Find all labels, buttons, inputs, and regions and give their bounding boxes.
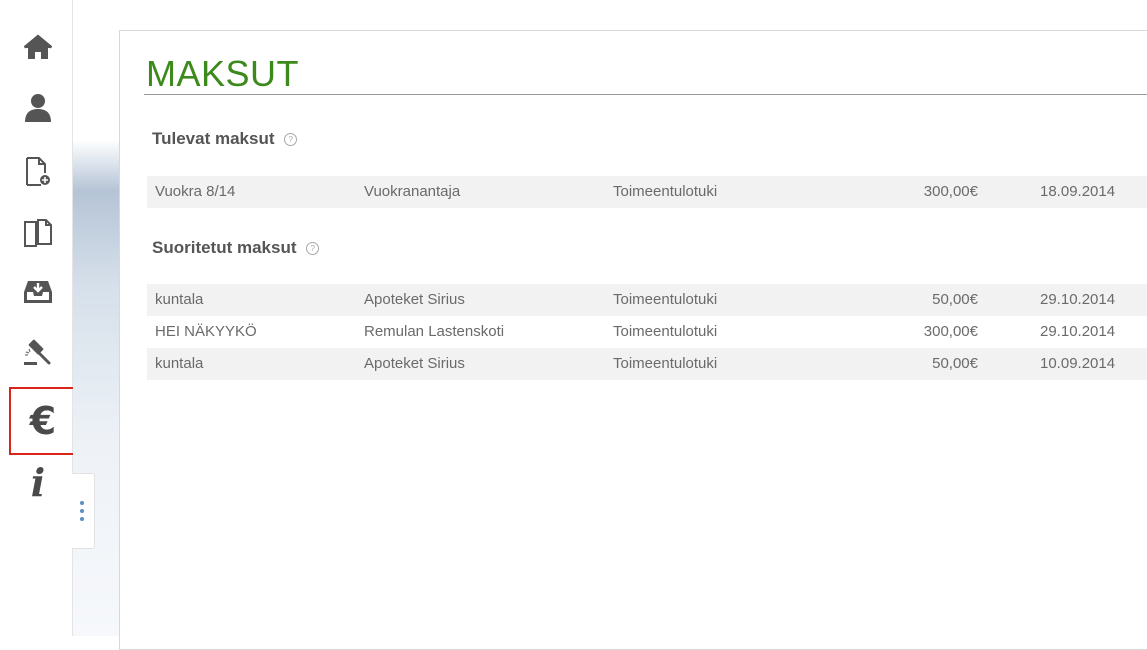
gavel-icon bbox=[24, 339, 51, 365]
euro-icon: € bbox=[29, 399, 57, 443]
cell-amount: 300,00€ bbox=[923, 183, 978, 200]
upcoming-heading-text: Tulevat maksut bbox=[152, 129, 275, 148]
completed-payments-heading: Suoritetut maksut ? bbox=[152, 238, 320, 258]
help-icon[interactable]: ? bbox=[284, 133, 298, 146]
nav-payments[interactable]: € bbox=[9, 387, 77, 455]
cell-amount: 50,00€ bbox=[932, 355, 978, 372]
table-row[interactable]: HEI NÄKYYKÖ Remulan Lastenskoti Toimeent… bbox=[147, 316, 1147, 348]
cell-amount: 300,00€ bbox=[923, 323, 978, 340]
cell-description: kuntala bbox=[155, 355, 204, 372]
cell-description: Vuokra 8/14 bbox=[155, 183, 236, 200]
cell-type: Toimeentulotuki bbox=[613, 355, 718, 372]
handle-dot bbox=[80, 509, 84, 513]
nav-documents[interactable] bbox=[16, 212, 60, 256]
table-row[interactable]: Vuokra 8/14 Vuokranantaja Toimeentulotuk… bbox=[147, 176, 1147, 208]
cell-type: Toimeentulotuki bbox=[613, 323, 718, 340]
cell-payee: Apoteket Sirius bbox=[364, 291, 465, 308]
cell-type: Toimeentulotuki bbox=[613, 291, 718, 308]
upcoming-payments-table: Vuokra 8/14 Vuokranantaja Toimeentulotuk… bbox=[147, 176, 1147, 208]
completed-payments-table: kuntala Apoteket Sirius Toimeentulotuki … bbox=[147, 284, 1147, 380]
nav-home[interactable] bbox=[16, 26, 60, 70]
cell-description: kuntala bbox=[155, 291, 204, 308]
cell-date: 18.09.2014 bbox=[1040, 183, 1116, 200]
cell-payee: Remulan Lastenskoti bbox=[364, 323, 505, 340]
nav-new-document[interactable] bbox=[16, 150, 60, 194]
cell-date: 29.10.2014 bbox=[1040, 291, 1116, 308]
handle-dot bbox=[80, 517, 84, 521]
help-icon[interactable]: ? bbox=[306, 242, 320, 255]
nav-profile[interactable] bbox=[16, 86, 60, 130]
documents-icon bbox=[24, 219, 52, 247]
new-document-icon bbox=[26, 157, 50, 186]
completed-heading-text: Suoritetut maksut bbox=[152, 238, 297, 257]
sidebar-nav: € i bbox=[0, 0, 77, 636]
title-divider bbox=[144, 94, 1147, 95]
handle-dot bbox=[80, 501, 84, 505]
cell-description: HEI NÄKYYKÖ bbox=[155, 323, 257, 340]
cell-date: 10.09.2014 bbox=[1040, 355, 1116, 372]
cell-amount: 50,00€ bbox=[932, 291, 978, 308]
cell-payee: Vuokranantaja bbox=[364, 183, 461, 200]
page-title: MAKSUT bbox=[146, 53, 300, 94]
cell-payee: Apoteket Sirius bbox=[364, 355, 465, 372]
nav-inbox[interactable] bbox=[16, 270, 60, 314]
user-icon bbox=[25, 94, 51, 122]
home-icon bbox=[24, 34, 52, 59]
info-icon: i bbox=[30, 459, 46, 505]
upcoming-payments-heading: Tulevat maksut ? bbox=[152, 129, 298, 149]
cell-type: Toimeentulotuki bbox=[613, 183, 718, 200]
inbox-download-icon bbox=[24, 281, 52, 303]
cell-date: 29.10.2014 bbox=[1040, 323, 1116, 340]
nav-decisions[interactable] bbox=[16, 330, 60, 374]
table-row[interactable]: kuntala Apoteket Sirius Toimeentulotuki … bbox=[147, 284, 1147, 316]
content-panel: MAKSUT Tulevat maksut ? Vuokra 8/14 Vuok… bbox=[119, 30, 1147, 650]
sidebar-toggle-handle[interactable] bbox=[72, 473, 95, 549]
table-row[interactable]: kuntala Apoteket Sirius Toimeentulotuki … bbox=[147, 348, 1147, 380]
nav-info[interactable]: i bbox=[16, 459, 60, 505]
